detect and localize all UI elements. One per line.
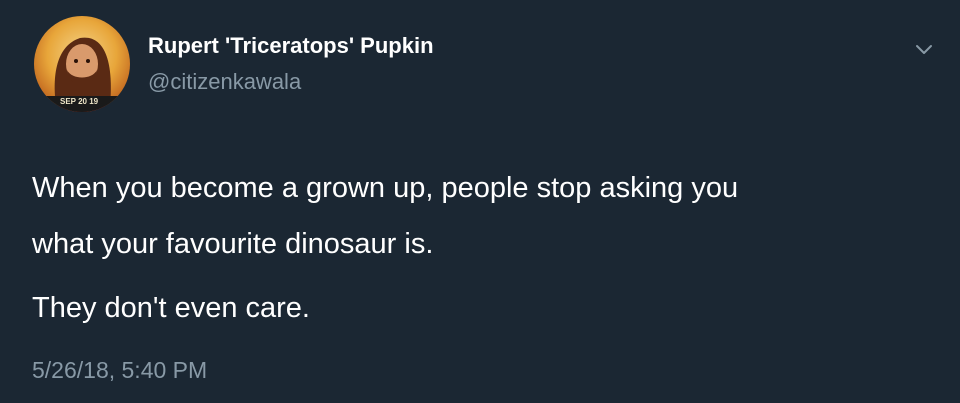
tweet-text-line: They don't even care.	[32, 292, 310, 324]
chevron-down-icon[interactable]	[912, 40, 936, 60]
avatar[interactable]: SEP 20 19	[34, 16, 130, 112]
tweet-card: SEP 20 19 Rupert 'Triceratops' Pupkin @c…	[0, 0, 960, 403]
display-name[interactable]: Rupert 'Triceratops' Pupkin	[148, 32, 434, 60]
tweet-timestamp[interactable]: 5/26/18, 5:40 PM	[32, 355, 207, 385]
tweet-text-line: what your favourite dinosaur is.	[32, 228, 434, 260]
tweet-text: When you become a grown up, people stop …	[32, 160, 932, 328]
user-handle[interactable]: @citizenkawala	[148, 68, 301, 96]
tweet-text-line: When you become a grown up, people stop …	[32, 172, 739, 204]
avatar-stamp: SEP 20 19	[60, 97, 99, 106]
